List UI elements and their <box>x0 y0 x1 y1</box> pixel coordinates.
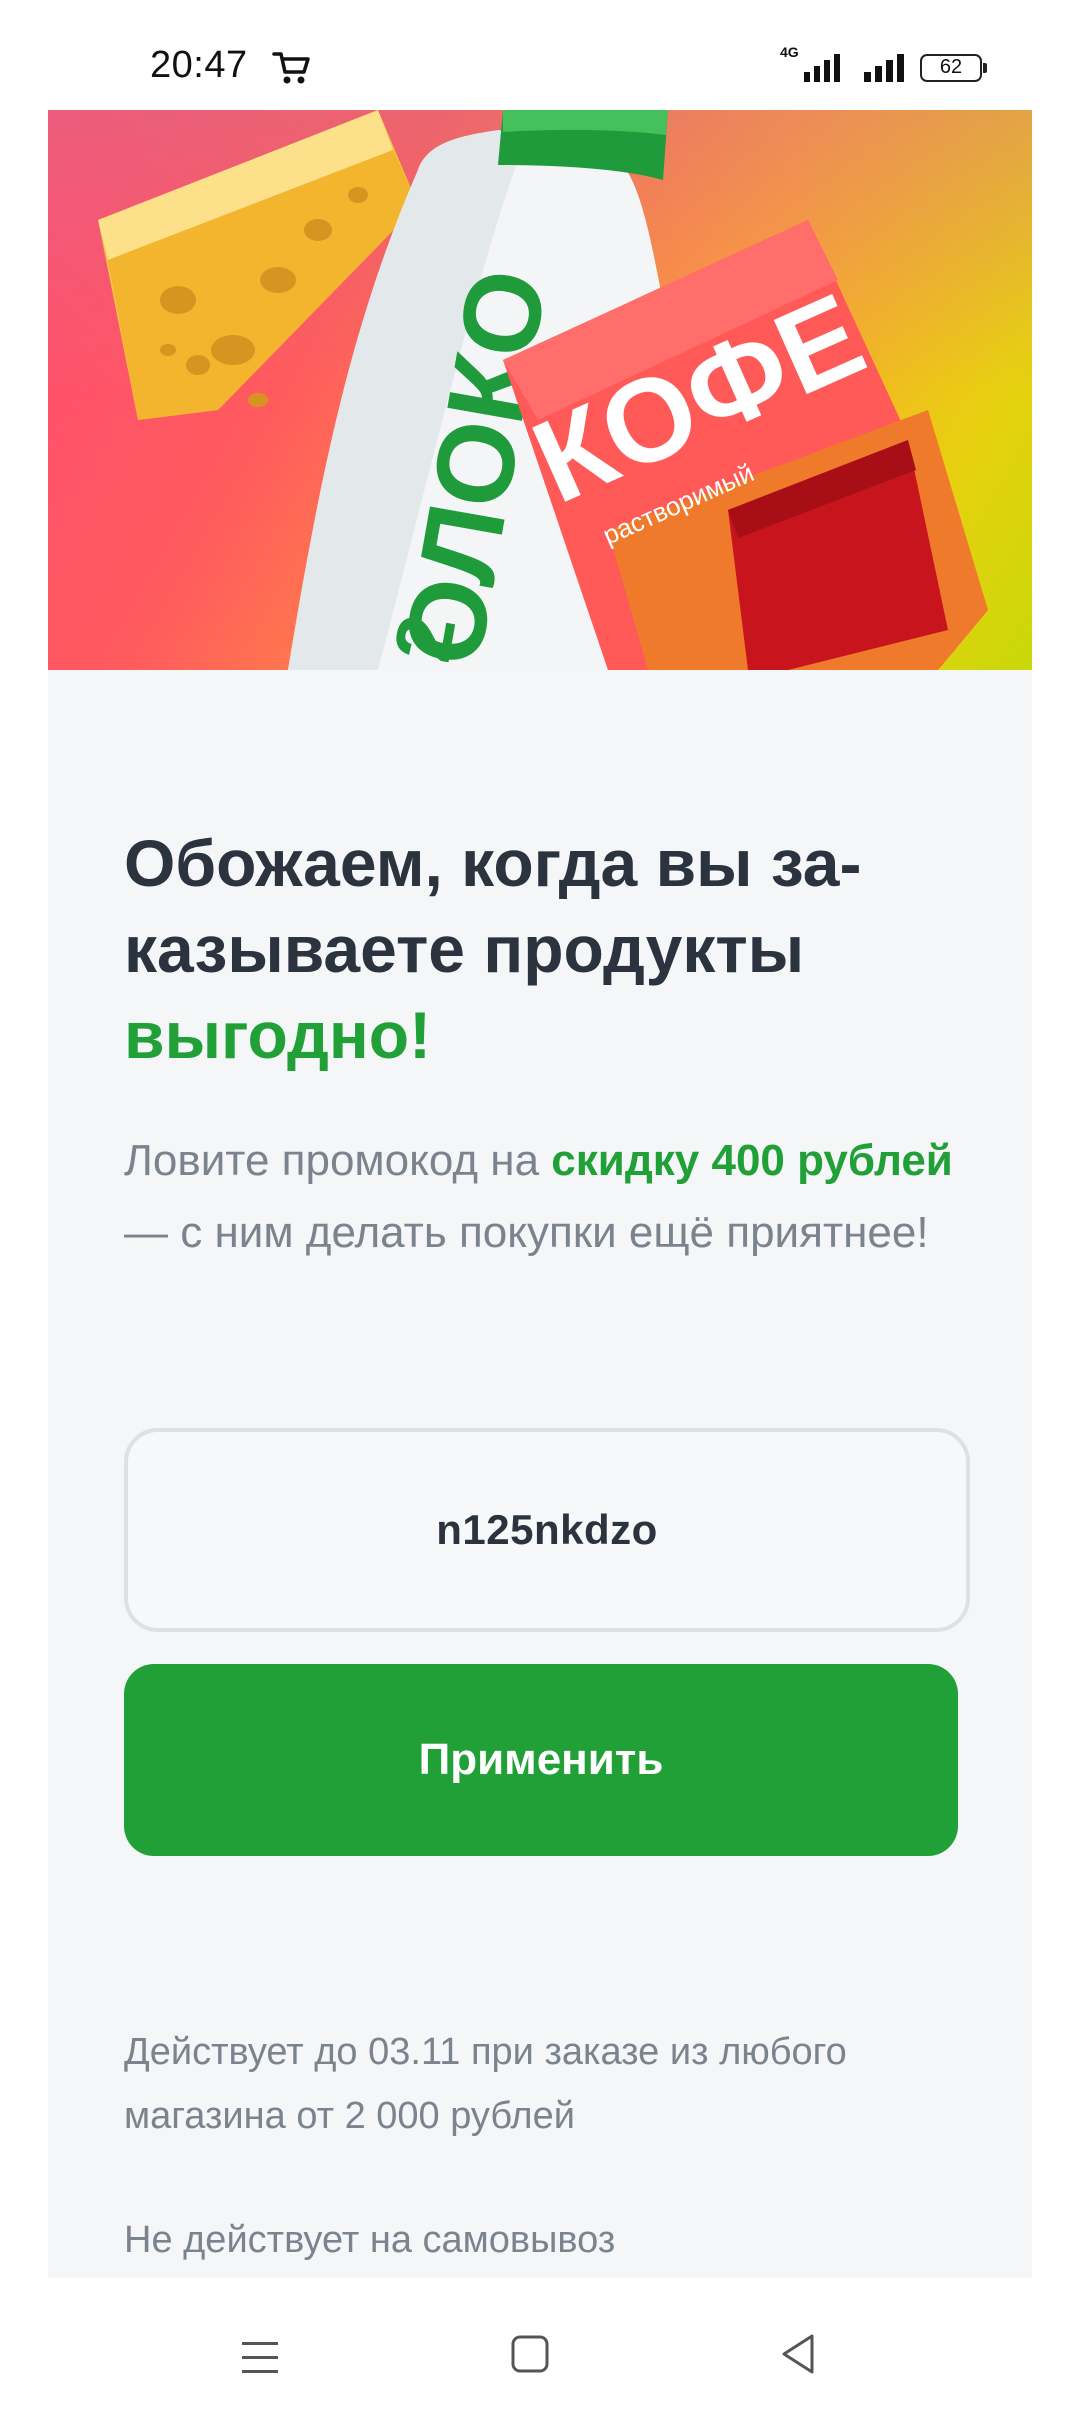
promo-description: Ловите промокод на скидку 400 рублей — с… <box>124 1125 984 1269</box>
promo-headline: Обожаем, когда вы за- казываете продукты… <box>124 820 984 1078</box>
headline-accent: выгодно! <box>124 998 432 1072</box>
promo-card: ОЛОКО 2 КОФЕ растворимый Обожаем, когда … <box>48 110 1032 2278</box>
menu-icon[interactable] <box>240 2338 280 2378</box>
apply-button[interactable]: Применить <box>124 1664 958 1856</box>
home-icon[interactable] <box>510 2334 550 2374</box>
description-suffix: — с ним делать покупки ещё приятнее! <box>124 1208 929 1257</box>
cart-icon <box>272 52 310 84</box>
promo-code-value[interactable]: n125nkdzo <box>436 1506 658 1554</box>
signal-4g-icon <box>804 54 840 82</box>
pickup-terms: Не действует на самовывоз <box>124 2219 616 2261</box>
validity-terms: Действует до 03.11 при заказе из любого … <box>124 2031 847 2137</box>
headline-line-1: Обожаем, когда вы за- <box>124 826 862 900</box>
promo-banner-image: ОЛОКО 2 КОФЕ растворимый <box>48 110 1032 670</box>
network-type-label: 4G <box>780 44 799 60</box>
back-icon[interactable] <box>778 2332 818 2376</box>
system-navigation-bar <box>0 2278 1080 2412</box>
groceries-illustration: ОЛОКО 2 КОФЕ растворимый <box>98 110 988 670</box>
description-prefix: Ловите промокод на <box>124 1136 552 1185</box>
signal-strength-icon <box>864 54 904 82</box>
status-bar: 20:47 4G 62 <box>0 0 1080 110</box>
status-time: 20:47 <box>150 44 248 86</box>
discount-highlight: скидку 400 рублей <box>551 1136 953 1185</box>
promo-code-field[interactable]: n125nkdzo <box>124 1428 970 1632</box>
battery-indicator: 62 <box>920 54 987 82</box>
headline-line-2: казываете продукты <box>124 912 805 986</box>
